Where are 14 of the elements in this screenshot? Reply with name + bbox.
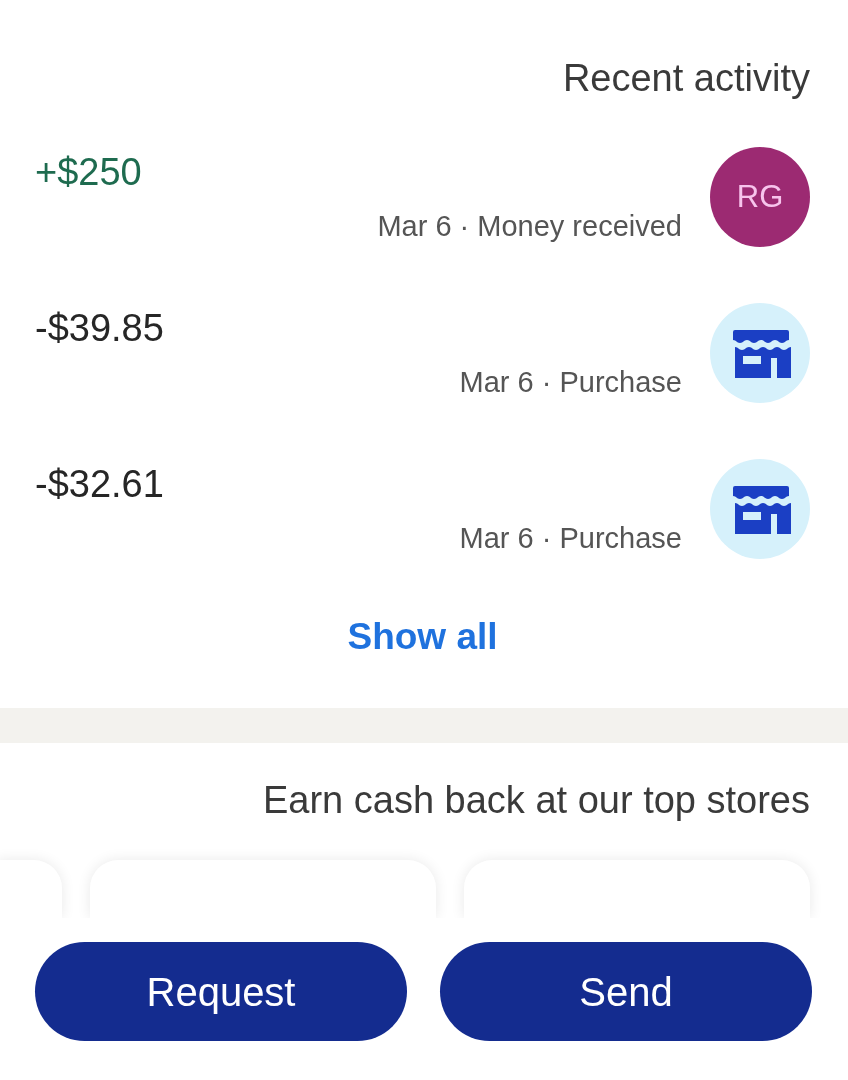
action-button[interactable]: Request — [35, 942, 407, 1041]
action-button[interactable]: Send — [440, 942, 812, 1041]
avatar-initials: RG — [736, 177, 784, 216]
show-all-link[interactable]: Show all — [347, 615, 498, 659]
transaction-amount: -$32.61 — [35, 462, 164, 506]
section-title: Recent activity — [562, 56, 810, 100]
transaction-subtitle: Mar 6 · Purchase — [459, 521, 682, 555]
transaction-subtitle: Mar 6 · Purchase — [459, 365, 682, 399]
promo-title: Earn cash back at our top stores — [262, 778, 810, 822]
transaction-amount: +$250 — [35, 150, 142, 194]
storefront-icon — [710, 459, 810, 559]
transaction-amount: -$39.85 — [35, 306, 164, 350]
transaction-subtitle: Mar 6 · Money received — [377, 209, 682, 243]
storefront-icon — [710, 303, 810, 403]
